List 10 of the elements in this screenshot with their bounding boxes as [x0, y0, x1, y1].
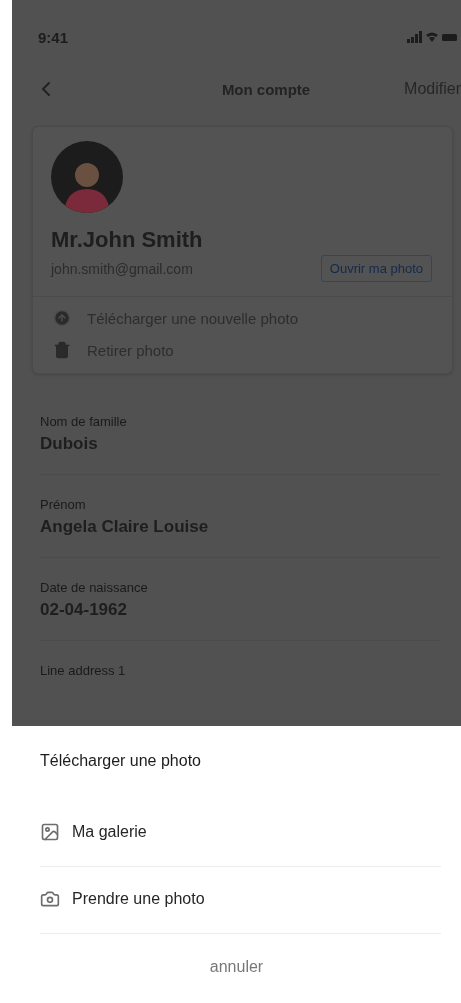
status-icons	[407, 31, 457, 43]
sheet-title: Télécharger une photo	[40, 751, 202, 771]
sheet-option[interactable]: Prendre une photo	[40, 867, 441, 934]
trash-icon	[53, 341, 71, 359]
open-photo-button[interactable]: Ouvrir ma photo	[320, 255, 432, 282]
upload-icon	[53, 309, 71, 327]
camera-icon	[40, 889, 60, 909]
cancel-button[interactable]: annuler	[209, 958, 264, 976]
image-icon	[40, 822, 60, 842]
sheet-option[interactable]: Ma galerie	[40, 800, 441, 867]
